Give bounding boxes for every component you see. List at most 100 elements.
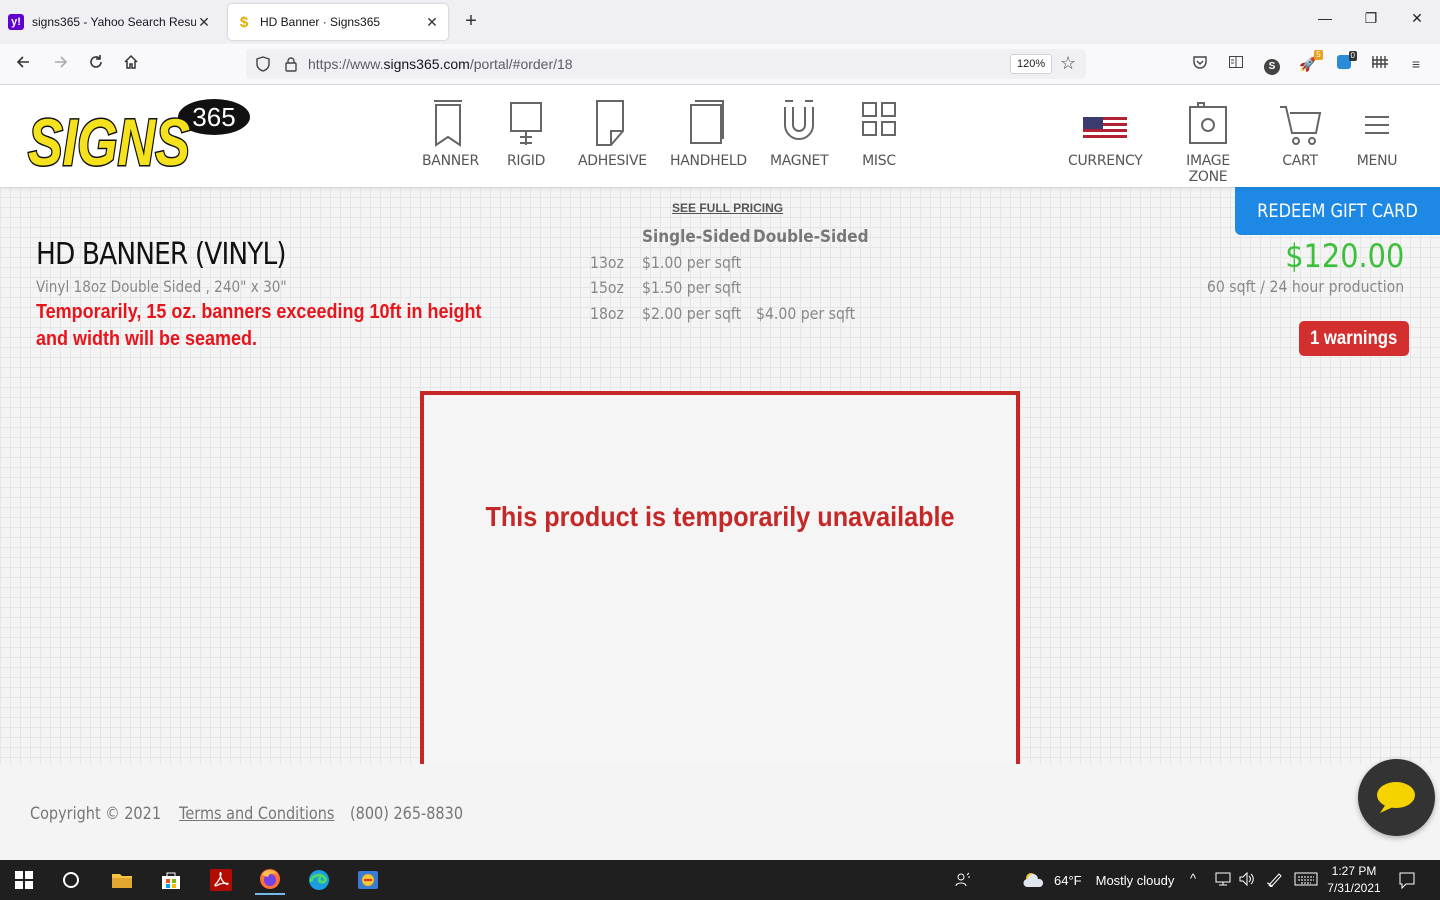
lock-icon[interactable] [282, 55, 300, 73]
clock[interactable]: 1:27 PM 7/31/2021 [1318, 863, 1390, 897]
acrobat-button[interactable] [206, 865, 236, 895]
cart-icon [1280, 106, 1322, 145]
cortana-circle-icon [63, 872, 79, 888]
cloud-icon [1023, 873, 1044, 887]
show-hidden-icons-chevron-icon[interactable]: ^ [1190, 871, 1196, 886]
nav-label: MAGNET [770, 153, 829, 169]
extension-rocket-icon[interactable]: 🚀 5 [1298, 50, 1323, 74]
paint-app-button[interactable] [353, 865, 383, 895]
action-center-icon[interactable] [1398, 871, 1416, 892]
product-subtitle: Vinyl 18oz Double Sided , 240" x 30" [36, 277, 287, 296]
bookmark-star-icon[interactable]: ☆ [1060, 53, 1076, 74]
warnings-label: 1 warnings [1310, 328, 1398, 349]
back-arrow-icon [16, 56, 29, 68]
unavailable-message: This product is temporarily unavailable [485, 501, 955, 532]
extension-s-icon[interactable]: S [1262, 54, 1282, 75]
keyboard-icon[interactable] [1294, 871, 1318, 890]
network-icon[interactable] [1214, 871, 1232, 890]
nav-magnet[interactable]: MAGNET [770, 99, 829, 169]
signs365-logo[interactable]: 365 SIGNS [24, 95, 254, 175]
us-flag-icon [1083, 117, 1127, 141]
minimize-button[interactable]: — [1310, 10, 1340, 26]
seam-notice: Temporarily, 15 oz. banners exceeding 10… [36, 301, 482, 350]
header-single-sided: Single-Sided [642, 227, 751, 247]
close-tab-icon[interactable]: ✕ [424, 14, 440, 31]
volume-icon[interactable] [1238, 871, 1256, 890]
forward-arrow-icon [55, 56, 68, 68]
extension-badge: 0 [1348, 51, 1357, 61]
redeem-gift-card-button[interactable]: REDEEM GIFT CARD [1235, 187, 1440, 235]
site-footer: Copyright © 2021 Terms and Conditions (8… [0, 764, 1440, 860]
store-button[interactable] [156, 865, 186, 895]
home-button[interactable] [120, 53, 142, 75]
search-button[interactable] [56, 865, 86, 895]
nav-banner[interactable]: BANNER [422, 99, 479, 169]
copyright-text: Copyright © 2021 [30, 804, 162, 824]
windows-taskbar: 64°F Mostly cloudy ^ 1:27 PM 7/31/2021 [0, 860, 1440, 900]
unavailable-panel: This product is temporarily unavailable [420, 391, 1020, 764]
tracking-shield-icon[interactable] [254, 55, 272, 73]
row-double-price: $4.00 per sqft [756, 304, 856, 323]
tab-yahoo-search[interactable]: y! signs365 - Yahoo Search Results ✕ [0, 4, 220, 40]
url-domain: signs365.com [383, 56, 470, 72]
hamburger-icon [1365, 116, 1389, 134]
signs365-dollar-icon: $ [239, 13, 249, 31]
tab-hd-banner[interactable]: $ HD Banner · Signs365 ✕ [228, 4, 448, 40]
new-tab-button[interactable]: + [460, 10, 482, 33]
see-full-pricing-link[interactable]: SEE FULL PRICING [672, 201, 783, 215]
reader-view-icon[interactable] [1226, 54, 1246, 74]
close-tab-icon[interactable]: ✕ [196, 14, 212, 31]
tab-title: HD Banner · Signs365 [260, 15, 381, 29]
file-explorer-button[interactable] [107, 865, 137, 895]
tab-title: signs365 - Yahoo Search Results [32, 15, 196, 29]
nav-menu[interactable]: MENU [1352, 99, 1402, 169]
nav-label: MISC [862, 153, 896, 169]
nav-image-zone[interactable]: IMAGE ZONE [1166, 99, 1250, 185]
warnings-button[interactable]: 1 warnings [1299, 321, 1409, 356]
url-text[interactable]: https://www.signs365.com/portal/#order/1… [308, 56, 573, 72]
nav-label: MENU [1356, 153, 1398, 169]
forward-button[interactable] [50, 53, 72, 75]
zoom-level-button[interactable]: 120% [1010, 54, 1053, 74]
reload-button[interactable] [85, 53, 107, 75]
app-menu-icon[interactable]: ≡ [1406, 54, 1426, 74]
nav-label: ADHESIVE [578, 153, 647, 169]
acrobat-icon [210, 869, 232, 891]
header-double-sided: Double-Sided [753, 227, 869, 247]
nav-handheld[interactable]: HANDHELD [670, 99, 747, 169]
extension-badge: 5 [1314, 50, 1323, 60]
nav-label: CART [1282, 153, 1318, 169]
row-single-price: $1.50 per sqft [642, 278, 742, 297]
back-button[interactable] [12, 53, 34, 75]
url-bar[interactable]: https://www.signs365.com/portal/#order/1… [246, 49, 1086, 79]
start-button[interactable] [9, 865, 39, 895]
nav-cart[interactable]: CART [1276, 99, 1324, 169]
pen-workspace-icon[interactable] [1266, 871, 1284, 890]
logo-text: SIGNS [28, 105, 190, 175]
chat-button[interactable] [1358, 759, 1435, 836]
extension-blue-icon[interactable]: 0 [1334, 51, 1357, 74]
nav-label: RIGID [506, 153, 546, 169]
nav-rigid[interactable]: RIGID [500, 99, 552, 169]
pocket-icon[interactable] [1190, 54, 1210, 74]
firefox-button[interactable] [255, 865, 285, 895]
weather-temp: 64°F [1054, 872, 1082, 888]
url-path: /portal/#order/18 [469, 56, 573, 72]
nav-adhesive[interactable]: ADHESIVE [578, 99, 647, 169]
people-icon[interactable] [954, 871, 972, 892]
logo-number: 365 [192, 102, 235, 132]
paint-icon [358, 871, 378, 889]
terms-link[interactable]: Terms and Conditions [179, 804, 334, 824]
nav-misc[interactable]: MISC [856, 99, 902, 169]
store-bag-icon [162, 872, 180, 889]
browser-tab-bar: y! signs365 - Yahoo Search Results ✕ $ H… [0, 0, 1440, 44]
windows-logo-icon [15, 871, 33, 889]
maximize-button[interactable]: ❐ [1356, 10, 1386, 27]
gift-card-label: REDEEM GIFT CARD [1257, 200, 1418, 222]
nav-currency[interactable]: CURRENCY [1068, 99, 1143, 169]
library-icon[interactable] [1370, 54, 1390, 74]
weather-widget[interactable]: 64°F Mostly cloudy [1022, 871, 1174, 889]
close-window-button[interactable]: ✕ [1402, 10, 1432, 27]
edge-button[interactable] [304, 865, 334, 895]
phone-number: (800) 265-8830 [350, 804, 464, 824]
